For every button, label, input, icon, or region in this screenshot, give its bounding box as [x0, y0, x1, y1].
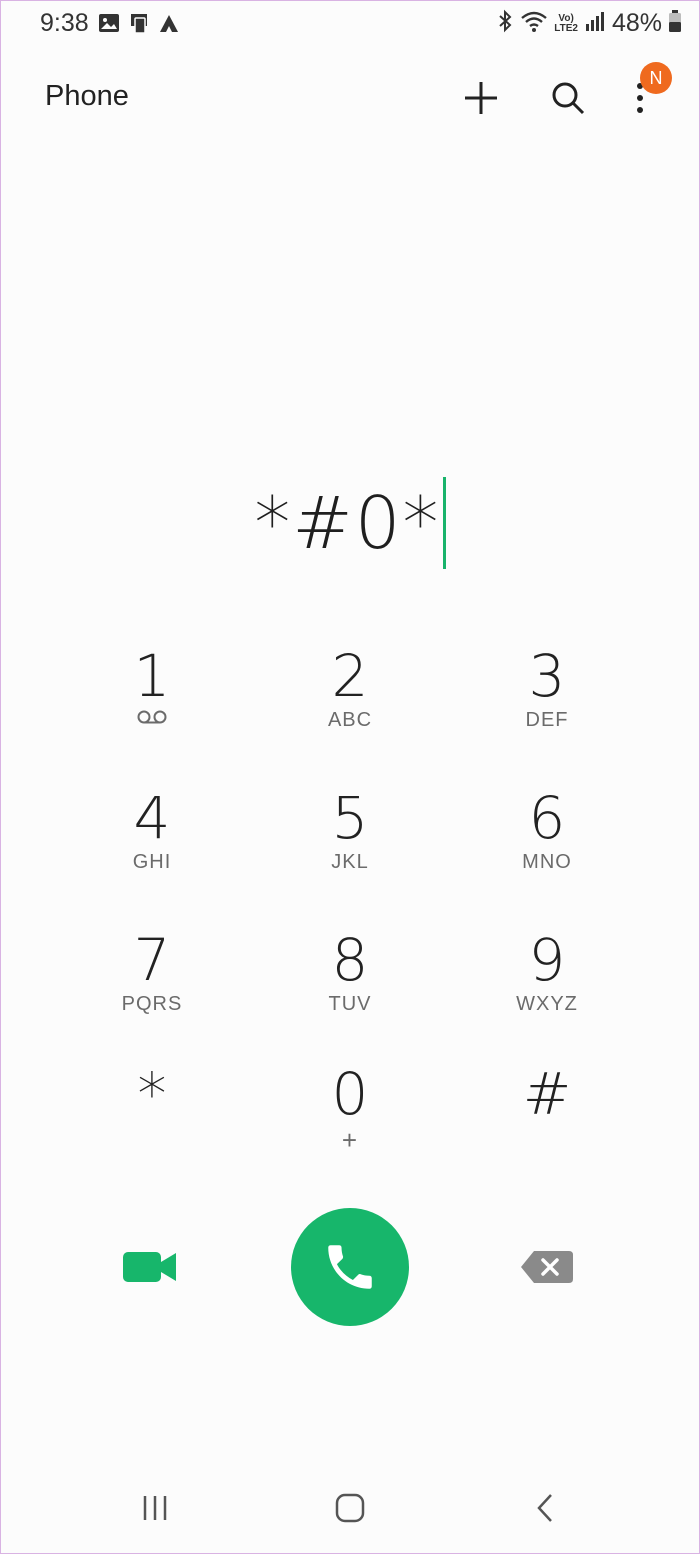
key-3[interactable]: 3 DEF [457, 645, 637, 765]
key-digit: 6 [528, 784, 566, 852]
key-7[interactable]: 7 PQRS [62, 929, 242, 1049]
status-right-icons: Vo) LTE2 48% [496, 9, 682, 38]
key-letters: ABC [327, 709, 373, 731]
key-0[interactable]: 0 + [260, 1063, 440, 1183]
battery-icon [668, 9, 682, 38]
gallery-icon [98, 12, 120, 39]
key-digit: 2 [331, 642, 369, 710]
key-digit: 0 [331, 1060, 369, 1128]
key-letters: DEF [525, 709, 569, 731]
add-icon [465, 82, 497, 114]
app-icon [158, 12, 180, 39]
video-camera-icon [123, 1252, 176, 1282]
key-digit: 8 [331, 926, 369, 994]
notification-badge: N [640, 62, 672, 94]
key-letters: TUV [328, 993, 372, 1015]
key-digit: 3 [528, 642, 566, 710]
key-1[interactable]: 1 [62, 645, 242, 765]
key-digit: * [137, 1060, 167, 1128]
phone-icon [328, 1245, 372, 1289]
add-contact-button[interactable] [453, 70, 509, 126]
search-button[interactable] [540, 70, 596, 126]
key-4[interactable]: 4 GHI [62, 787, 242, 907]
app-bar-actions: N [450, 62, 680, 126]
status-time: 9:38 [40, 9, 89, 37]
key-letters: GHI [132, 851, 172, 873]
text-cursor [442, 477, 446, 569]
key-letters: + [341, 1125, 359, 1155]
volte-label-bottom: LTE2 [554, 22, 578, 34]
key-letters: MNO [522, 851, 572, 873]
key-8[interactable]: 8 TUV [260, 929, 440, 1049]
key-digit: 7 [133, 926, 171, 994]
key-digit: 4 [133, 784, 171, 852]
key-6[interactable]: 6 MNO [457, 787, 637, 907]
dialed-number-text: *#0* [254, 481, 441, 565]
volte-label: Vo) LTE2 [554, 12, 578, 34]
key-digit: 1 [133, 642, 171, 710]
home-button[interactable] [305, 1470, 395, 1546]
wifi-icon [520, 9, 548, 38]
key-letters: PQRS [121, 993, 183, 1015]
status-left-icons [98, 12, 180, 39]
home-icon [335, 1493, 365, 1523]
recent-apps-icon [143, 1496, 167, 1520]
key-digit: # [522, 1060, 572, 1128]
video-call-button[interactable] [110, 1236, 190, 1298]
call-button[interactable] [291, 1208, 409, 1326]
voicemail-icon [137, 710, 167, 724]
backspace-button[interactable] [505, 1236, 589, 1298]
volte-label-top: Vo) [558, 12, 574, 24]
page-title: Phone [45, 80, 129, 112]
navigation-bar [0, 1470, 700, 1546]
key-2[interactable]: 2 ABC [260, 645, 440, 765]
key-5[interactable]: 5 JKL [260, 787, 440, 907]
bluetooth-icon [496, 9, 514, 38]
key-hash[interactable]: # [457, 1063, 637, 1183]
key-star[interactable]: * [62, 1063, 242, 1183]
status-bar: 9:38 Vo) LTE2 48% [0, 0, 700, 46]
key-digit: 5 [331, 784, 369, 852]
key-digit: 9 [528, 926, 566, 994]
backspace-icon [521, 1251, 573, 1283]
recent-apps-button[interactable] [110, 1470, 200, 1546]
battery-percent: 48% [611, 9, 662, 37]
key-letters: WXYZ [516, 993, 578, 1015]
key-9[interactable]: 9 WXYZ [457, 929, 637, 1049]
key-letters: JKL [331, 851, 369, 873]
cast-icon [128, 12, 150, 39]
back-button[interactable] [500, 1470, 590, 1546]
signal-icon [584, 10, 606, 37]
search-icon [552, 82, 585, 115]
back-icon [537, 1494, 552, 1522]
dialed-number-field[interactable]: *#0* [0, 477, 700, 569]
